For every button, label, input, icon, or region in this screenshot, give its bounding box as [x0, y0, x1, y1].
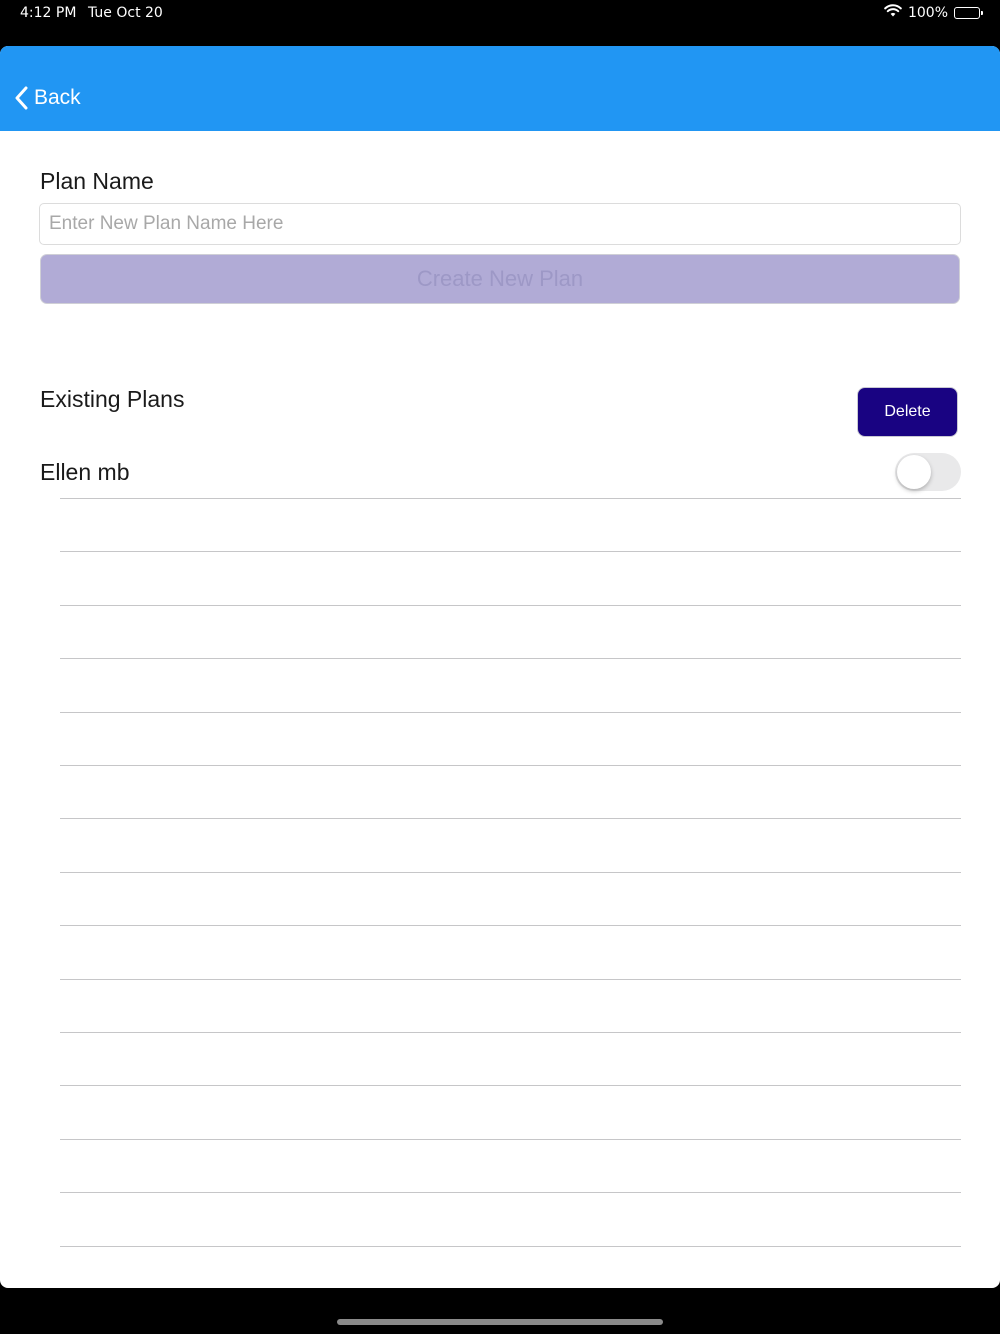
existing-plans-heading: Existing Plans — [40, 386, 185, 412]
list-separator — [60, 1085, 961, 1087]
list-separator — [60, 978, 961, 980]
status-right: 100% — [884, 4, 983, 21]
create-new-plan-button[interactable]: Create New Plan — [40, 254, 960, 304]
wifi-icon — [884, 4, 902, 21]
list-separator — [60, 1032, 961, 1033]
plan-name-label: Plan Name — [40, 168, 154, 194]
status-date: Tue Oct 20 — [88, 5, 163, 21]
plan-row-label: Ellen mb — [40, 459, 130, 485]
list-separator — [60, 498, 961, 499]
list-separator — [60, 818, 961, 820]
back-label: Back — [34, 86, 81, 109]
list-separator — [60, 604, 961, 606]
status-time: 4:12 PM — [20, 5, 77, 21]
navigation-bar: Back — [0, 46, 1000, 131]
screen: Back Plan Name Create New Plan Existing … — [0, 46, 1000, 1288]
battery-percent: 100% — [907, 4, 948, 21]
delete-button[interactable]: Delete — [857, 387, 958, 437]
plan-name-input[interactable] — [39, 203, 961, 245]
list-separator — [60, 551, 961, 553]
list-separator — [60, 658, 961, 660]
plan-select-toggle[interactable] — [895, 453, 961, 491]
home-indicator — [337, 1319, 663, 1325]
back-button[interactable]: Back — [14, 86, 81, 110]
chevron-left-icon — [14, 86, 28, 110]
status-bar: 4:12 PM Tue Oct 20 100% — [0, 0, 1000, 46]
list-separator — [60, 925, 961, 927]
battery-icon — [954, 6, 983, 19]
list-separator — [60, 711, 961, 713]
list-separator — [60, 871, 961, 873]
list-separator — [60, 765, 961, 766]
list-separator — [60, 1138, 961, 1140]
list-separator — [60, 1245, 961, 1247]
list-separator — [60, 1192, 961, 1194]
toggle-knob — [897, 455, 931, 489]
